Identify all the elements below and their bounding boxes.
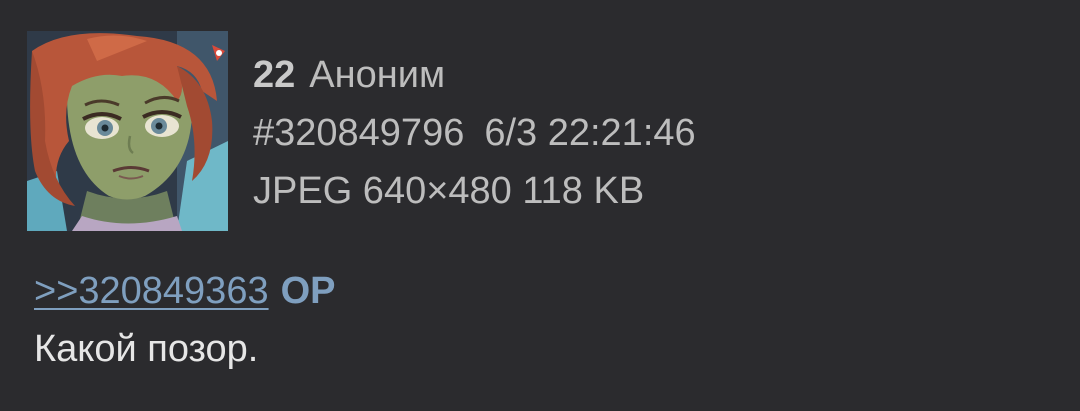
- file-info-line: JPEG 640×480 118 KB: [253, 162, 696, 220]
- post-thumbnail[interactable]: [27, 31, 228, 231]
- post-date: 6/3 22:21:46: [484, 112, 696, 154]
- post-header-line: 22 Аноним: [253, 46, 696, 104]
- post-message: Какой позор.: [34, 328, 259, 370]
- reply-link[interactable]: >>320849363: [34, 270, 269, 312]
- reply-line: >>320849363 OP: [34, 262, 336, 320]
- anime-girl-thumbnail-image: [27, 31, 228, 231]
- post-index: 22: [253, 54, 296, 96]
- op-badge: OP: [280, 270, 336, 312]
- post-body: >>320849363 OP Какой позор.: [34, 262, 336, 378]
- post-meta: 22 Аноним #320849796 6/3 22:21:46 JPEG 6…: [253, 46, 696, 220]
- post-container: 22 Аноним #320849796 6/3 22:21:46 JPEG 6…: [0, 0, 1080, 411]
- post-id-line: #320849796 6/3 22:21:46: [253, 104, 696, 162]
- poster-name: Аноним: [309, 54, 446, 96]
- post-id[interactable]: #320849796: [253, 114, 464, 152]
- file-info: JPEG 640×480 118 KB: [253, 170, 645, 212]
